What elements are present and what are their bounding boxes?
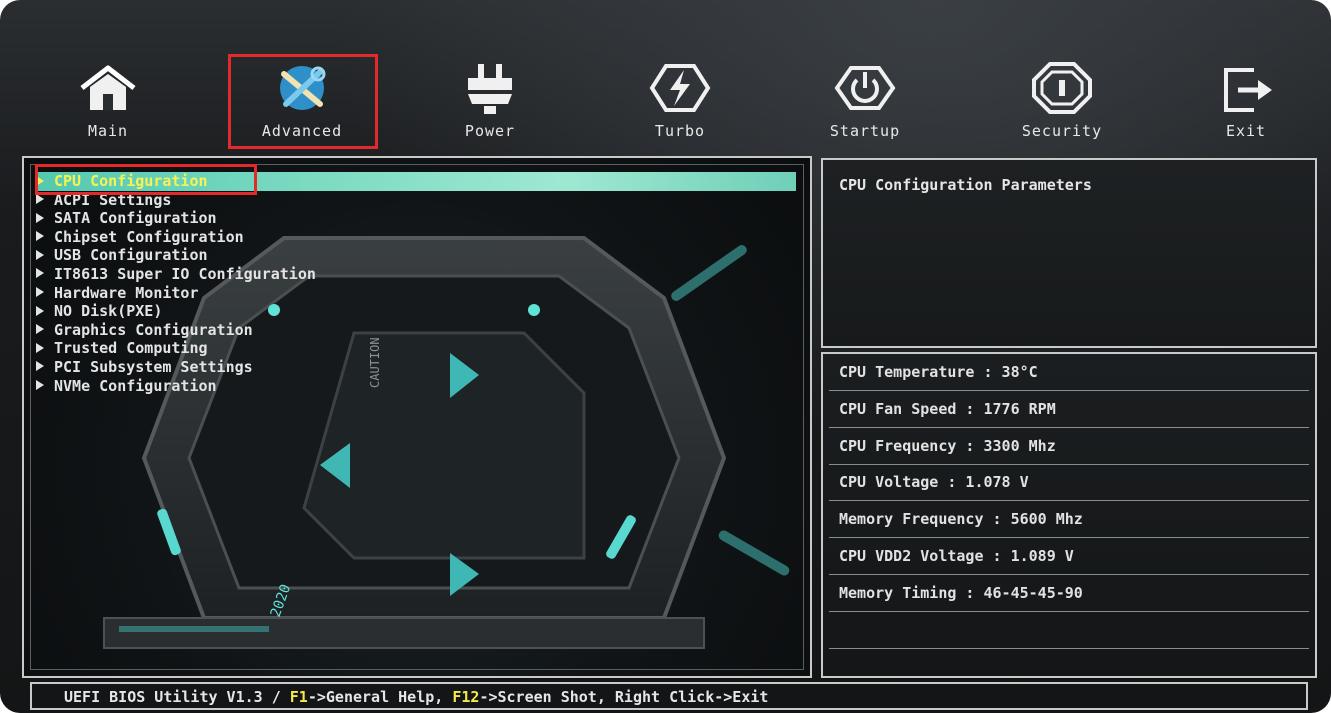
power-button-icon — [834, 66, 896, 110]
nav-tab-power[interactable]: Power — [420, 60, 560, 150]
arrow-icon — [36, 361, 44, 372]
arrow-icon — [36, 268, 44, 279]
status-cpu-voltage: CPU Voltage : 1.078 V — [829, 464, 1309, 501]
menu-item-label: IT8613 Super IO Configuration — [54, 264, 316, 283]
nav-tab-security[interactable]: Security — [992, 60, 1132, 150]
help-panel: CPU Configuration Parameters — [821, 158, 1317, 348]
menu-item-label: Trusted Computing — [54, 339, 208, 358]
menu-item-super-io-configuration[interactable]: IT8613 Super IO Configuration — [36, 265, 806, 284]
nav-tab-turbo[interactable]: Turbo — [610, 60, 750, 150]
arrow-icon — [36, 324, 44, 335]
menu-selection-outline — [35, 164, 257, 195]
menu-item-label: Chipset Configuration — [54, 227, 244, 246]
f1-action: ->General Help, — [307, 688, 453, 706]
menu-panel: CAUTION 2020 CPU Configuration ACPI Sett… — [22, 156, 812, 678]
status-memory-timing: Memory Timing : 46-45-45-90 — [829, 575, 1309, 612]
menu-item-trusted-computing[interactable]: Trusted Computing — [36, 339, 806, 358]
nav-label-power: Power — [464, 122, 516, 140]
nav-tab-exit[interactable]: Exit — [1176, 60, 1316, 150]
menu-item-sata-configuration[interactable]: SATA Configuration — [36, 209, 806, 228]
nav-label-turbo: Turbo — [654, 122, 706, 140]
footer-help-bar: UEFI BIOS Utility V1.3 / F1->General Hel… — [30, 682, 1308, 710]
lightning-icon — [649, 64, 711, 112]
menu-item-graphics-configuration[interactable]: Graphics Configuration — [36, 321, 806, 340]
bios-screen: Main Advanced Power Turbo Startup Securi… — [0, 0, 1331, 713]
nav-label-security: Security — [1021, 122, 1103, 140]
menu-item-nvme-configuration[interactable]: NVMe Configuration — [36, 377, 806, 396]
home-icon — [80, 65, 136, 110]
nav-label-exit: Exit — [1225, 122, 1267, 140]
menu-item-label: NVMe Configuration — [54, 376, 217, 395]
menu-item-label: PCI Subsystem Settings — [54, 357, 253, 376]
f1-key[interactable]: F1 — [290, 688, 308, 706]
nav-tab-main[interactable]: Main — [38, 60, 178, 150]
menu-item-label: NO Disk(PXE) — [54, 302, 163, 321]
f12-key[interactable]: F12 — [452, 688, 479, 706]
status-panel: CPU Temperature : 38°C CPU Fan Speed : 1… — [821, 352, 1317, 678]
arrow-icon — [36, 380, 44, 391]
status-cpu-fan-speed: CPU Fan Speed : 1776 RPM — [829, 391, 1309, 428]
nav-label-startup: Startup — [829, 122, 901, 140]
menu-item-hardware-monitor[interactable]: Hardware Monitor — [36, 284, 806, 303]
menu-item-usb-configuration[interactable]: USB Configuration — [36, 246, 806, 265]
advanced-menu-list: CPU Configuration ACPI Settings SATA Con… — [36, 172, 806, 395]
status-empty-row — [829, 612, 1309, 649]
menu-item-no-disk-pxe[interactable]: NO Disk(PXE) — [36, 302, 806, 321]
arrow-icon — [36, 249, 44, 260]
nav-tab-startup[interactable]: Startup — [795, 60, 935, 150]
arrow-icon — [36, 342, 44, 353]
nav-selection-outline — [228, 54, 378, 149]
arrow-icon — [36, 287, 44, 298]
arrow-icon — [36, 231, 44, 242]
shield-icon — [1032, 62, 1092, 114]
help-title: CPU Configuration Parameters — [839, 176, 1092, 194]
menu-item-label: Graphics Configuration — [54, 320, 253, 339]
menu-item-label: USB Configuration — [54, 246, 208, 265]
arrow-icon — [36, 194, 44, 205]
power-plug-icon — [468, 64, 512, 114]
footer-version: UEFI BIOS Utility V1.3 / — [64, 688, 290, 706]
status-memory-frequency: Memory Frequency : 5600 Mhz — [829, 501, 1309, 538]
arrow-icon — [36, 305, 44, 316]
status-cpu-temperature: CPU Temperature : 38°C — [829, 354, 1309, 391]
menu-item-pci-subsystem-settings[interactable]: PCI Subsystem Settings — [36, 358, 806, 377]
exit-icon — [1224, 68, 1272, 112]
menu-item-chipset-configuration[interactable]: Chipset Configuration — [36, 228, 806, 247]
menu-item-label: Hardware Monitor — [54, 283, 199, 302]
status-cpu-frequency: CPU Frequency : 3300 Mhz — [829, 428, 1309, 465]
status-cpu-vdd2-voltage: CPU VDD2 Voltage : 1.089 V — [829, 538, 1309, 575]
arrow-icon — [36, 212, 44, 223]
nav-label-main: Main — [87, 122, 129, 140]
f12-action: ->Screen Shot, Right Click->Exit — [479, 688, 769, 706]
menu-item-label: SATA Configuration — [54, 209, 217, 228]
